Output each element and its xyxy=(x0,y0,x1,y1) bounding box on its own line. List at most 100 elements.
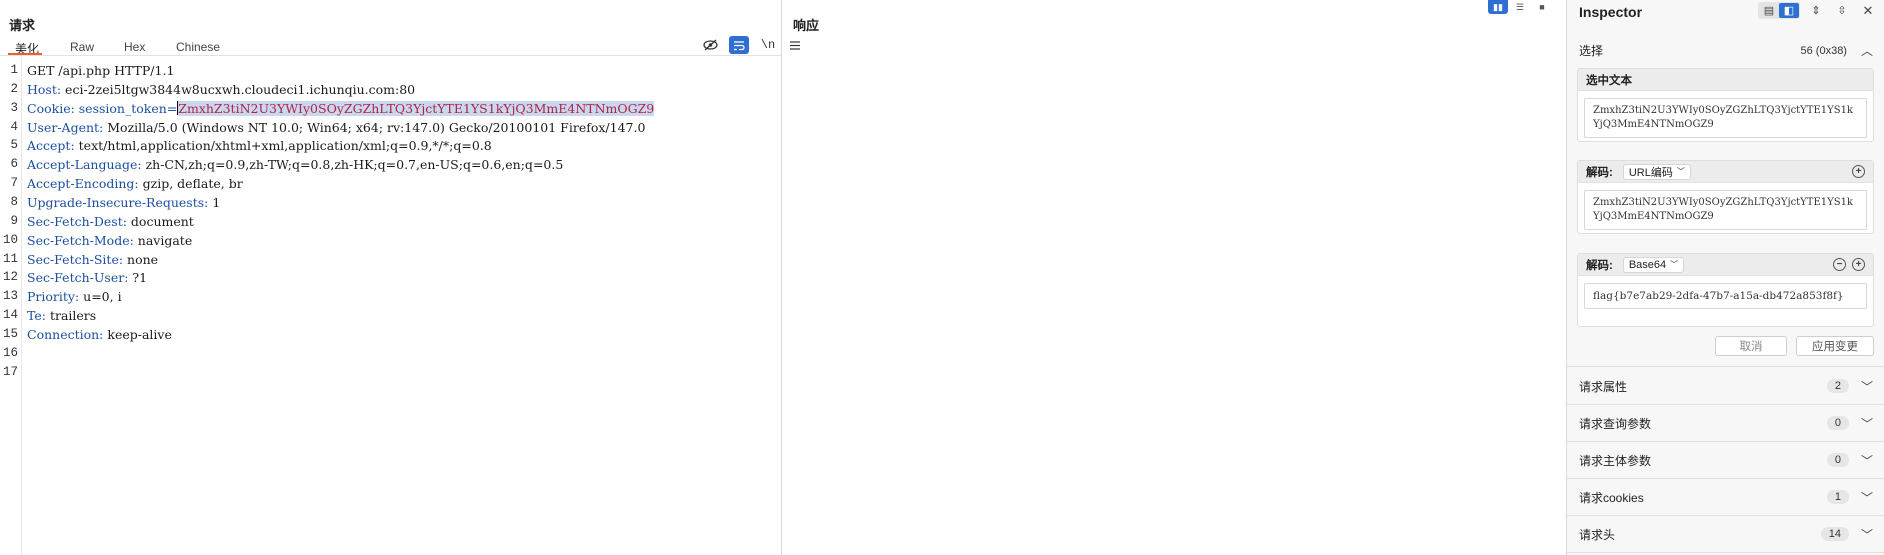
selection-label: 选择 xyxy=(1579,44,1604,58)
close-icon[interactable]: ✕ xyxy=(1858,3,1878,18)
chevron-down-icon[interactable]: ﹀ xyxy=(1861,415,1873,432)
request-title: 请求 xyxy=(9,18,36,33)
cancel-button[interactable]: 取消 xyxy=(1715,336,1787,356)
line-number: 10 xyxy=(2,233,18,247)
code-line[interactable]: Te: trailers xyxy=(27,308,96,323)
header-key: Accept-Encoding: xyxy=(27,176,139,191)
tab-chinese[interactable]: Chinese xyxy=(176,40,220,54)
section-count-badge: 2 xyxy=(1826,379,1849,393)
line-number: 9 xyxy=(10,214,18,228)
divider xyxy=(1567,366,1884,367)
code-line[interactable]: Sec-Fetch-Site: none xyxy=(27,252,158,267)
panel-view-icon[interactable]: ◧ xyxy=(1779,3,1799,18)
code-line[interactable]: GET /api.php HTTP/1.1 xyxy=(27,63,174,78)
add-decoder-icon[interactable]: + xyxy=(1852,165,1865,178)
section-count-badge: 0 xyxy=(1826,453,1849,467)
line-number: 1 xyxy=(10,63,18,77)
hide-eye-icon[interactable] xyxy=(700,36,720,54)
header-value: Mozilla/5.0 (Windows NT 10.0; Win64; x64… xyxy=(103,120,646,135)
header-value: 1 xyxy=(208,195,221,210)
menu-icon[interactable] xyxy=(785,36,805,54)
section-label: 请求头 xyxy=(1579,527,1616,542)
selected-text-value[interactable]: ZmxhZ3tiN2U3YWIy0SOyZGZhLTQ3YjctYTE1YS1k… xyxy=(1584,98,1867,138)
line-number: 6 xyxy=(10,157,18,171)
selection-header[interactable]: 选择 56 (0x38) ︿ xyxy=(1567,32,1884,69)
inspector-section-row[interactable]: 请求cookies 1 ﹀ xyxy=(1567,479,1884,516)
word-wrap-icon[interactable] xyxy=(729,36,749,54)
chevron-down-icon[interactable]: ﹀ xyxy=(1861,378,1873,395)
code-line[interactable]: Cookie: session_token=ZmxhZ3tiN2U3YWIy0S… xyxy=(27,101,655,116)
apply-changes-button[interactable]: 应用变更 xyxy=(1796,336,1874,356)
header-value: ?1 xyxy=(128,270,148,285)
chevron-down-icon[interactable]: ﹀ xyxy=(1861,526,1873,543)
decode-type-dropdown[interactable]: Base64 ﹀ xyxy=(1622,256,1685,273)
request-pane: 请求 美化 Raw Hex Chinese \n 1 GET /api.php H… xyxy=(0,0,800,555)
line-number: 3 xyxy=(10,101,18,115)
inspector-section-row[interactable]: 请求头 14 ﹀ xyxy=(1567,516,1884,553)
header-key: Sec-Fetch-Site: xyxy=(27,252,124,267)
code-line[interactable]: Sec-Fetch-User: ?1 xyxy=(27,270,147,285)
code-line[interactable]: User-Agent: Mozilla/5.0 (Windows NT 10.0… xyxy=(27,120,645,135)
code-line[interactable]: Sec-Fetch-Dest: document xyxy=(27,214,194,229)
tab-raw[interactable]: Raw xyxy=(70,40,94,54)
code-line[interactable]: Accept-Language: zh-CN,zh;q=0.9,zh-TW;q=… xyxy=(27,157,563,172)
layout-stacked-icon[interactable]: ☰ xyxy=(1510,0,1530,14)
expand-all-icon[interactable]: ⇕ xyxy=(1806,3,1826,18)
code-line[interactable]: Connection: keep-alive xyxy=(27,327,172,342)
response-title: 响应 xyxy=(793,18,820,33)
decode-type-dropdown[interactable]: URL编码 ﹀ xyxy=(1622,163,1691,180)
inspector-section-row[interactable]: 请求查询参数 0 ﹀ xyxy=(1567,405,1884,442)
selected-text-title: 选中文本 xyxy=(1578,69,1873,91)
remove-decoder-icon[interactable]: − xyxy=(1833,258,1846,271)
inspector-section-row[interactable]: 请求属性 2 ﹀ xyxy=(1567,368,1884,405)
header-value: none xyxy=(123,252,159,267)
line-number: 17 xyxy=(2,365,18,379)
inspector-section-row[interactable]: 请求主体参数 0 ﹀ xyxy=(1567,442,1884,479)
decode-url-value[interactable]: ZmxhZ3tiN2U3YWIy0SOyZGZhLTQ3YjctYTE1YS1k… xyxy=(1584,190,1867,230)
decode-label: 解码: xyxy=(1586,259,1613,272)
header-value: text/html,application/xhtml+xml,applicat… xyxy=(74,138,492,153)
header-value: navigate xyxy=(133,233,193,248)
code-line[interactable]: Accept: text/html,application/xhtml+xml,… xyxy=(27,138,492,153)
header-key: Sec-Fetch-User: xyxy=(27,270,129,285)
header-key: Accept: xyxy=(27,138,75,153)
selected-text-card: 选中文本 ZmxhZ3tiN2U3YWIy0SOyZGZhLTQ3YjctYTE… xyxy=(1577,68,1874,142)
newline-toggle[interactable]: \n xyxy=(758,36,778,54)
line-number: 2 xyxy=(10,82,18,96)
header-key: Accept-Language: xyxy=(27,157,142,172)
header-value: eci-2zei5ltgw3844w8ucxwh.cloudeci1.ichun… xyxy=(61,82,416,97)
section-count-badge: 0 xyxy=(1826,416,1849,430)
header-key: Sec-Fetch-Mode: xyxy=(27,233,134,248)
selection-count: 56 (0x38) xyxy=(1800,44,1847,57)
code-line[interactable]: Upgrade-Insecure-Requests: 1 xyxy=(27,195,220,210)
decode-url-card: 解码: URL编码 ﹀ + ZmxhZ3tiN2U3YWIy0SOyZGZhLTQ… xyxy=(1577,160,1874,234)
decode-base64-value[interactable]: flag{b7e7ab29-2dfa-47b7-a15a-db472a853f8… xyxy=(1584,283,1867,309)
tab-divider xyxy=(0,55,782,56)
header-value: document xyxy=(126,214,194,229)
section-label: 请求主体参数 xyxy=(1579,453,1652,468)
layout-switcher: ▮▮ ☰ ■ xyxy=(1488,0,1552,14)
layout-tabs-icon[interactable]: ■ xyxy=(1532,0,1552,14)
header-key: Sec-Fetch-Dest: xyxy=(27,214,127,229)
code-line[interactable]: Sec-Fetch-Mode: navigate xyxy=(27,233,192,248)
chevron-down-icon[interactable]: ﹀ xyxy=(1861,489,1873,506)
decode-label: 解码: xyxy=(1586,166,1613,179)
layout-side-by-side-icon[interactable]: ▮▮ xyxy=(1488,0,1508,14)
code-line[interactable]: Accept-Encoding: gzip, deflate, br xyxy=(27,176,243,191)
line-number: 16 xyxy=(2,346,18,360)
header-value: u=0, i xyxy=(79,289,122,304)
selected-cookie-value[interactable]: ZmxhZ3tiN2U3YWIy0SOyZGZhLTQ3YjctYTE1YS1k… xyxy=(178,101,655,116)
chevron-up-icon[interactable]: ︿ xyxy=(1861,42,1873,59)
line-number: 8 xyxy=(10,195,18,209)
section-count-badge: 1 xyxy=(1826,490,1849,504)
add-decoder-icon[interactable]: + xyxy=(1852,258,1865,271)
code-line[interactable]: Host: eci-2zei5ltgw3844w8ucxwh.cloudeci1… xyxy=(27,82,415,97)
chevron-down-icon[interactable]: ﹀ xyxy=(1861,452,1873,469)
collapse-all-icon[interactable]: ⇳ xyxy=(1832,3,1852,18)
list-view-icon[interactable]: ▤ xyxy=(1759,3,1779,18)
tab-hex[interactable]: Hex xyxy=(124,40,145,54)
code-line[interactable]: Priority: u=0, i xyxy=(27,289,122,304)
header-key: User-Agent: xyxy=(27,120,104,135)
header-key: Upgrade-Insecure-Requests: xyxy=(27,195,209,210)
header-key: Host: xyxy=(27,82,62,97)
